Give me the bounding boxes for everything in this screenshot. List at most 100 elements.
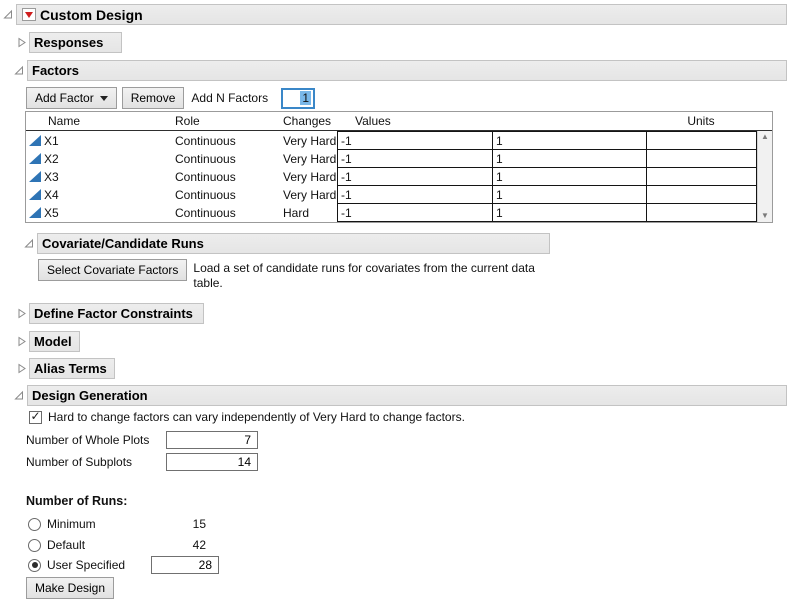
default-value: 42 xyxy=(151,538,206,552)
factor-name: X2 xyxy=(44,152,59,166)
alias-terms-header[interactable]: Alias Terms xyxy=(29,358,115,379)
user-specified-option-row: User Specified xyxy=(28,556,219,574)
factor-value-high[interactable]: 1 xyxy=(493,203,647,222)
factor-units[interactable] xyxy=(647,131,757,150)
user-specified-radio[interactable] xyxy=(28,559,41,572)
factor-value-high[interactable]: 1 xyxy=(493,185,647,204)
minimum-value: 15 xyxy=(151,517,206,531)
alias-terms-row: Alias Terms xyxy=(16,358,115,379)
model-label: Model xyxy=(34,334,72,349)
table-row[interactable]: X3 Continuous Very Hard -1 1 xyxy=(26,167,772,186)
subplots-row: Number of Subplots xyxy=(26,452,258,471)
factors-band: Factors xyxy=(27,60,787,81)
number-of-runs-title: Number of Runs: xyxy=(26,494,127,508)
factors-table-header: Name Role Changes Values Units xyxy=(26,112,772,131)
covariate-content: Select Covariate Factors Load a set of c… xyxy=(38,259,551,291)
user-specified-input[interactable] xyxy=(151,556,219,574)
disclosure-open-icon[interactable] xyxy=(14,65,25,76)
factor-value-low[interactable]: -1 xyxy=(337,203,493,222)
covariate-description: Load a set of candidate runs for covaria… xyxy=(193,259,551,291)
factor-name: X5 xyxy=(44,206,59,220)
table-scrollbar[interactable]: ▲ ▼ xyxy=(757,131,772,222)
responses-header-row: Responses xyxy=(16,32,122,53)
disclosure-collapsed-icon[interactable] xyxy=(16,363,27,374)
make-design-button[interactable]: Make Design xyxy=(26,577,114,599)
factor-changes[interactable]: Very Hard xyxy=(283,167,337,186)
whole-plots-input[interactable] xyxy=(166,431,258,449)
factor-role[interactable]: Continuous xyxy=(175,149,283,168)
define-factor-constraints-row: Define Factor Constraints xyxy=(16,303,204,324)
factor-value-low[interactable]: -1 xyxy=(337,131,493,150)
factor-units[interactable] xyxy=(647,149,757,168)
htc-checkbox[interactable] xyxy=(29,411,42,424)
number-of-runs-group: Minimum 15 Default 42 User Specified xyxy=(28,515,219,574)
red-triangle-icon xyxy=(25,12,33,18)
continuous-factor-icon xyxy=(29,153,41,164)
table-row[interactable]: X4 Continuous Very Hard -1 1 xyxy=(26,185,772,204)
make-design-label: Make Design xyxy=(35,581,105,595)
factor-value-high[interactable]: 1 xyxy=(493,149,647,168)
disclosure-collapsed-icon[interactable] xyxy=(16,308,27,319)
htc-checkbox-label: Hard to change factors can vary independ… xyxy=(48,410,465,424)
factor-changes[interactable]: Very Hard xyxy=(283,149,337,168)
column-header-units: Units xyxy=(647,114,755,128)
add-factor-label: Add Factor xyxy=(35,91,94,105)
user-specified-label: User Specified xyxy=(47,558,151,572)
factors-table: Name Role Changes Values Units X1 Contin… xyxy=(25,111,773,223)
design-generation-label: Design Generation xyxy=(32,388,148,403)
subplots-input[interactable] xyxy=(166,453,258,471)
custom-design-header-row: Custom Design xyxy=(3,4,787,25)
factor-value-low[interactable]: -1 xyxy=(337,167,493,186)
add-n-factors-input[interactable]: 1 xyxy=(281,88,315,109)
default-label: Default xyxy=(47,538,151,552)
disclosure-collapsed-icon[interactable] xyxy=(16,336,27,347)
covariate-header[interactable]: Covariate/Candidate Runs xyxy=(37,233,550,254)
default-radio[interactable] xyxy=(28,539,41,552)
column-header-changes: Changes xyxy=(283,114,337,128)
factor-value-low[interactable]: -1 xyxy=(337,185,493,204)
table-row[interactable]: X2 Continuous Very Hard -1 1 xyxy=(26,149,772,168)
factor-role[interactable]: Continuous xyxy=(175,203,283,222)
column-header-values: Values xyxy=(337,114,647,128)
table-row[interactable]: X1 Continuous Very Hard -1 1 xyxy=(26,131,772,150)
alias-terms-label: Alias Terms xyxy=(34,361,107,376)
factor-value-high[interactable]: 1 xyxy=(493,131,647,150)
factor-value-high[interactable]: 1 xyxy=(493,167,647,186)
design-generation-band: Design Generation xyxy=(27,385,787,406)
define-factor-constraints-label: Define Factor Constraints xyxy=(34,306,193,321)
hard-to-change-row: Hard to change factors can vary independ… xyxy=(29,410,465,424)
factor-changes[interactable]: Very Hard xyxy=(283,131,337,150)
disclosure-collapsed-icon[interactable] xyxy=(16,37,27,48)
factor-name: X4 xyxy=(44,188,59,202)
scroll-down-icon[interactable]: ▼ xyxy=(761,212,769,220)
scroll-up-icon[interactable]: ▲ xyxy=(761,133,769,141)
continuous-factor-icon xyxy=(29,207,41,218)
factor-role[interactable]: Continuous xyxy=(175,185,283,204)
red-triangle-menu-button[interactable] xyxy=(22,8,36,21)
factor-changes[interactable]: Hard xyxy=(283,203,337,222)
continuous-factor-icon xyxy=(29,171,41,182)
add-factor-button[interactable]: Add Factor xyxy=(26,87,117,109)
remove-button[interactable]: Remove xyxy=(122,87,185,109)
factor-value-low[interactable]: -1 xyxy=(337,149,493,168)
table-row[interactable]: X5 Continuous Hard -1 1 xyxy=(26,203,772,222)
minimum-radio[interactable] xyxy=(28,518,41,531)
factor-changes[interactable]: Very Hard xyxy=(283,185,337,204)
subplots-label: Number of Subplots xyxy=(26,455,166,469)
disclosure-open-icon[interactable] xyxy=(24,238,35,249)
chevron-down-icon xyxy=(100,96,108,101)
define-factor-constraints-header[interactable]: Define Factor Constraints xyxy=(29,303,204,324)
minimum-option-row: Minimum 15 xyxy=(28,515,219,533)
factor-units[interactable] xyxy=(647,203,757,222)
factors-label: Factors xyxy=(32,63,79,78)
custom-design-band: Custom Design xyxy=(16,4,787,25)
factor-units[interactable] xyxy=(647,185,757,204)
select-covariate-factors-button[interactable]: Select Covariate Factors xyxy=(38,259,187,281)
model-header[interactable]: Model xyxy=(29,331,80,352)
factor-role[interactable]: Continuous xyxy=(175,131,283,150)
disclosure-open-icon[interactable] xyxy=(14,390,25,401)
factor-role[interactable]: Continuous xyxy=(175,167,283,186)
factor-units[interactable] xyxy=(647,167,757,186)
disclosure-open-icon[interactable] xyxy=(3,9,14,20)
responses-header[interactable]: Responses xyxy=(29,32,122,53)
